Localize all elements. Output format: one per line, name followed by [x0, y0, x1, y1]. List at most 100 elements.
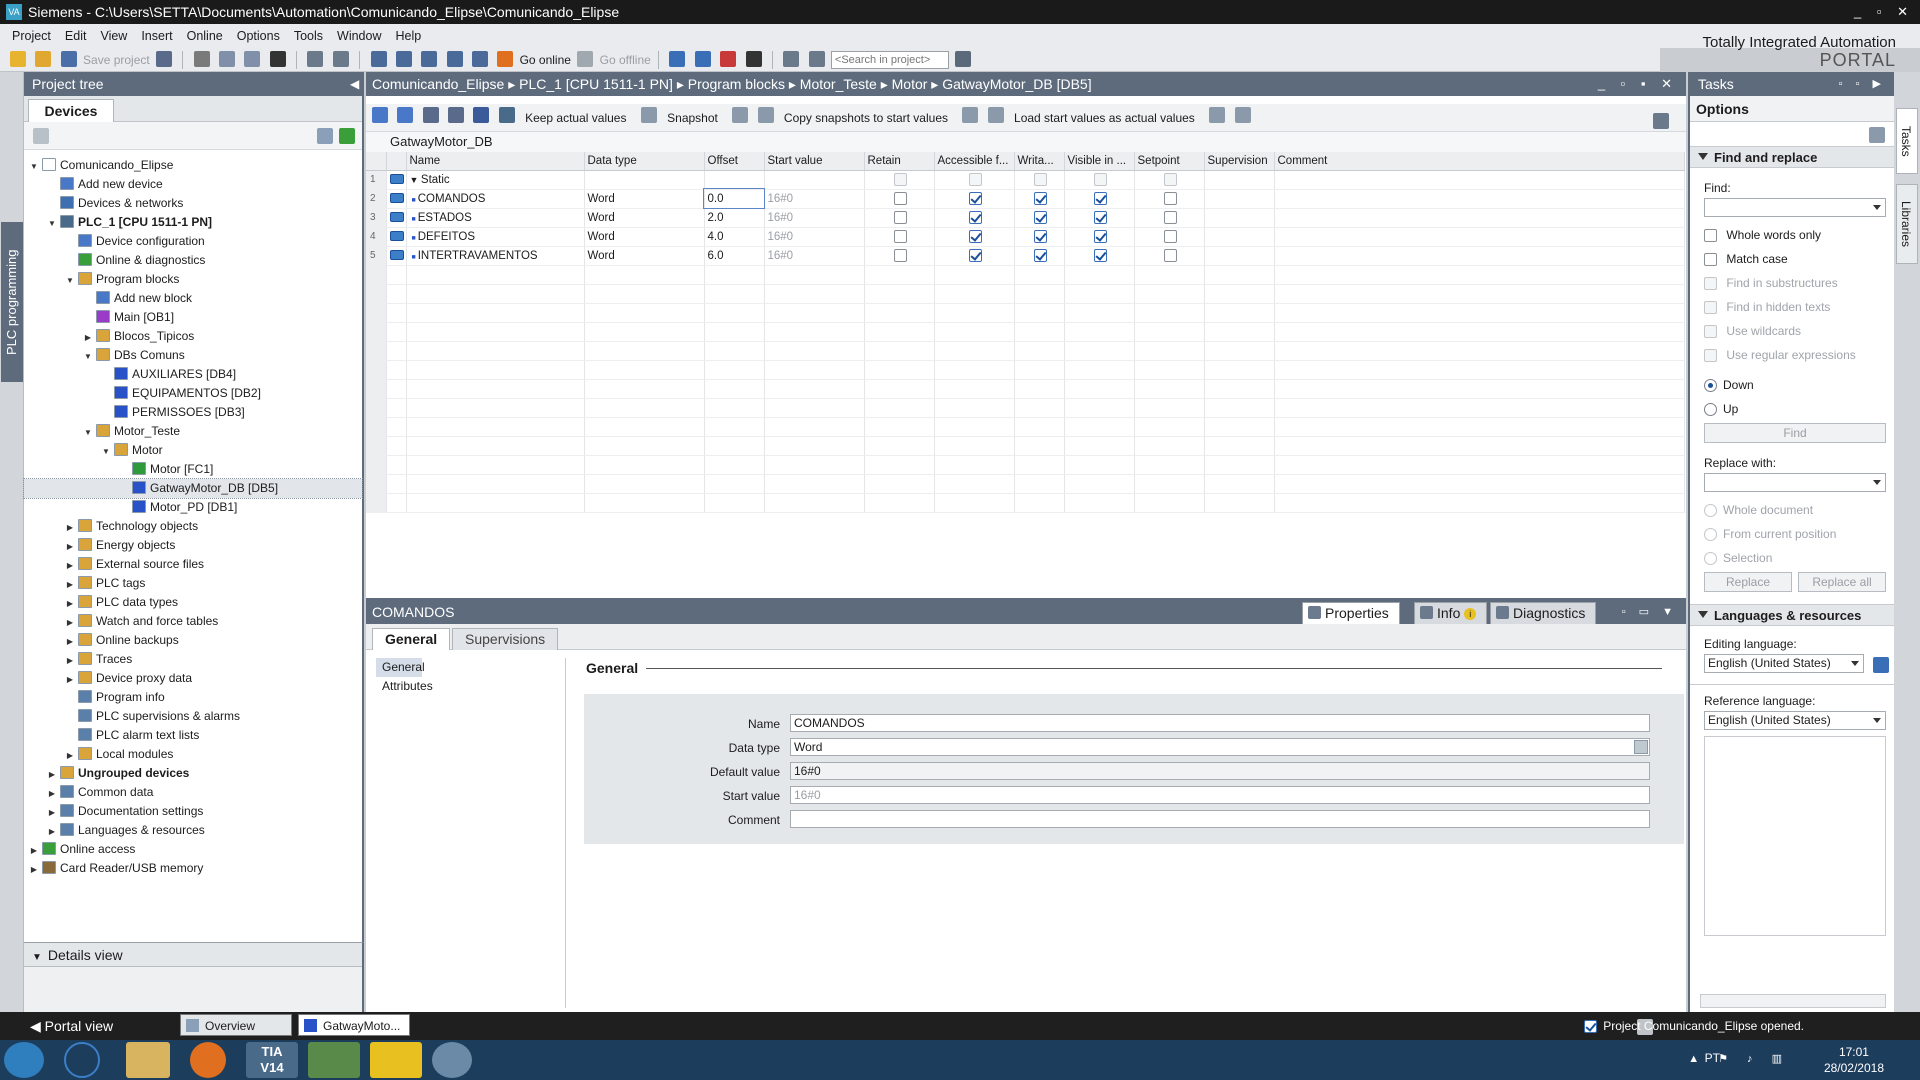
supervision-cell[interactable]: [1204, 170, 1275, 190]
empty-row[interactable]: [366, 455, 1685, 475]
tree-item[interactable]: ▶ Languages & resources: [24, 821, 362, 840]
update-interface-icon[interactable]: [448, 107, 465, 123]
go-offline-button[interactable]: Go offline: [600, 49, 651, 71]
collapsed-icon[interactable]: ▶: [46, 803, 58, 822]
write-checkbox[interactable]: [1034, 173, 1047, 186]
snapshot-button[interactable]: Snapshot: [667, 111, 718, 125]
tree-item[interactable]: ▶ Energy objects: [24, 536, 362, 555]
go-online-icon[interactable]: [497, 51, 514, 67]
expanded-icon[interactable]: ▼: [410, 175, 421, 185]
portal-view-button[interactable]: ◀ Portal view: [30, 1012, 113, 1040]
tree-item[interactable]: ▼ PLC_1 [CPU 1511-1 PN]: [24, 213, 362, 232]
find-replace-section[interactable]: Find and replace: [1690, 146, 1894, 168]
tree-item[interactable]: ▶ External source files: [24, 555, 362, 574]
setpoint-cell[interactable]: [1134, 227, 1205, 247]
visible-checkbox[interactable]: [1094, 211, 1107, 224]
comment-cell[interactable]: [1274, 170, 1685, 190]
start-value-cell[interactable]: 16#0: [764, 208, 865, 228]
collapsed-icon[interactable]: ▶: [64, 518, 76, 537]
update-icon[interactable]: [339, 128, 355, 144]
collapsed-icon[interactable]: ▶: [64, 670, 76, 689]
menu-insert[interactable]: Insert: [134, 24, 179, 48]
menu-window[interactable]: Window: [330, 24, 388, 48]
scope-whole-document[interactable]: Whole document: [1690, 498, 1894, 522]
visible-cell[interactable]: [1064, 227, 1135, 247]
tree-item[interactable]: ▶ Traces: [24, 650, 362, 669]
retain-checkbox[interactable]: [894, 211, 907, 224]
language-settings-icon[interactable]: [1873, 657, 1889, 673]
snapshot-icon[interactable]: [640, 107, 657, 123]
replace-button[interactable]: Replace: [1704, 572, 1792, 592]
visible-checkbox[interactable]: [1094, 173, 1107, 186]
col-visible[interactable]: Visible in ...: [1064, 152, 1135, 171]
comment-cell[interactable]: [1274, 189, 1685, 209]
retain-cell[interactable]: [864, 246, 935, 266]
editor-settings-icon[interactable]: [1653, 113, 1669, 129]
save-icon[interactable]: [60, 51, 77, 67]
open-project-icon[interactable]: [35, 51, 52, 67]
option-checkbox[interactable]: [1704, 301, 1717, 315]
start-button-icon[interactable]: [4, 1042, 44, 1078]
data-type-cell[interactable]: Word: [584, 208, 705, 228]
tree-item[interactable]: ▼ DBs Comuns: [24, 346, 362, 365]
comment-cell[interactable]: [1274, 227, 1685, 247]
redo-icon[interactable]: [332, 51, 349, 67]
tree-item[interactable]: ▶ Device proxy data: [24, 669, 362, 688]
tree-item[interactable]: ▶ Watch and force tables: [24, 612, 362, 631]
overview-icon[interactable]: [317, 128, 333, 144]
retain-cell[interactable]: [864, 227, 935, 247]
nav-attributes[interactable]: Attributes: [376, 677, 565, 696]
setpoint-checkbox[interactable]: [1164, 211, 1177, 224]
table-row[interactable]: 5 ■ INTERTRAVAMENTOS Word 6.0 16#0: [366, 246, 1685, 266]
access-checkbox[interactable]: [969, 211, 982, 224]
undo-icon[interactable]: [307, 51, 324, 67]
col-data-type[interactable]: Data type: [584, 152, 705, 171]
write-checkbox[interactable]: [1034, 230, 1047, 243]
go-online-button[interactable]: Go online: [520, 49, 571, 71]
copy-snapshot-all-icon[interactable]: [757, 107, 774, 123]
language-list[interactable]: [1704, 736, 1886, 936]
name-cell[interactable]: ▼ Static: [406, 170, 585, 190]
expanded-icon[interactable]: ▼: [46, 214, 58, 233]
access-cell[interactable]: [934, 208, 1015, 228]
visible-cell[interactable]: [1064, 189, 1135, 209]
scope-selection[interactable]: Selection: [1690, 546, 1894, 570]
explorer-icon[interactable]: [126, 1042, 170, 1078]
col-accessible[interactable]: Accessible f...: [934, 152, 1015, 171]
expanded-icon[interactable]: ▼: [64, 271, 76, 290]
simulation-icon[interactable]: [446, 51, 463, 67]
clock[interactable]: 17:01 28/02/2018: [1824, 1044, 1884, 1076]
info-tab[interactable]: Info i: [1414, 602, 1488, 624]
stop-simulation-icon[interactable]: [471, 51, 488, 67]
languages-section[interactable]: Languages & resources: [1690, 604, 1894, 626]
collapsed-icon[interactable]: ▶: [46, 822, 58, 841]
supervision-cell[interactable]: [1204, 189, 1275, 209]
collapse-panel-icon[interactable]: ◀: [350, 72, 359, 96]
empty-row[interactable]: [366, 265, 1685, 285]
tree-item[interactable]: ▶ Online backups: [24, 631, 362, 650]
tree-item[interactable]: Main [OB1]: [24, 308, 362, 327]
start-value-cell[interactable]: 16#0: [764, 189, 865, 209]
search-icon[interactable]: [955, 51, 972, 67]
visible-cell[interactable]: [1064, 208, 1135, 228]
tray-icons[interactable]: ▲ ⚑ ♪ ▥: [1688, 1052, 1790, 1065]
whole-document-radio[interactable]: [1704, 504, 1717, 518]
collapsed-icon[interactable]: ▶: [46, 765, 58, 784]
collapsed-icon[interactable]: ▶: [64, 613, 76, 632]
tree-item[interactable]: ▶ PLC tags: [24, 574, 362, 593]
cut-icon[interactable]: [193, 51, 210, 67]
collapsed-icon[interactable]: ▶: [64, 556, 76, 575]
empty-row[interactable]: [366, 417, 1685, 437]
tree-item[interactable]: ▼ Motor_Teste: [24, 422, 362, 441]
tasks-vtab[interactable]: Tasks: [1896, 108, 1918, 174]
direction-down[interactable]: Down: [1690, 373, 1894, 397]
accessible-devices-icon[interactable]: [669, 51, 686, 67]
print-icon[interactable]: [156, 51, 173, 67]
access-checkbox[interactable]: [969, 173, 982, 186]
tree-item[interactable]: PLC alarm text lists: [24, 726, 362, 745]
write-cell[interactable]: [1014, 170, 1065, 190]
diagnostics-tab[interactable]: Diagnostics: [1490, 602, 1597, 624]
col-name[interactable]: Name: [406, 152, 585, 171]
replace-input[interactable]: [1704, 473, 1886, 492]
visible-checkbox[interactable]: [1094, 249, 1107, 262]
